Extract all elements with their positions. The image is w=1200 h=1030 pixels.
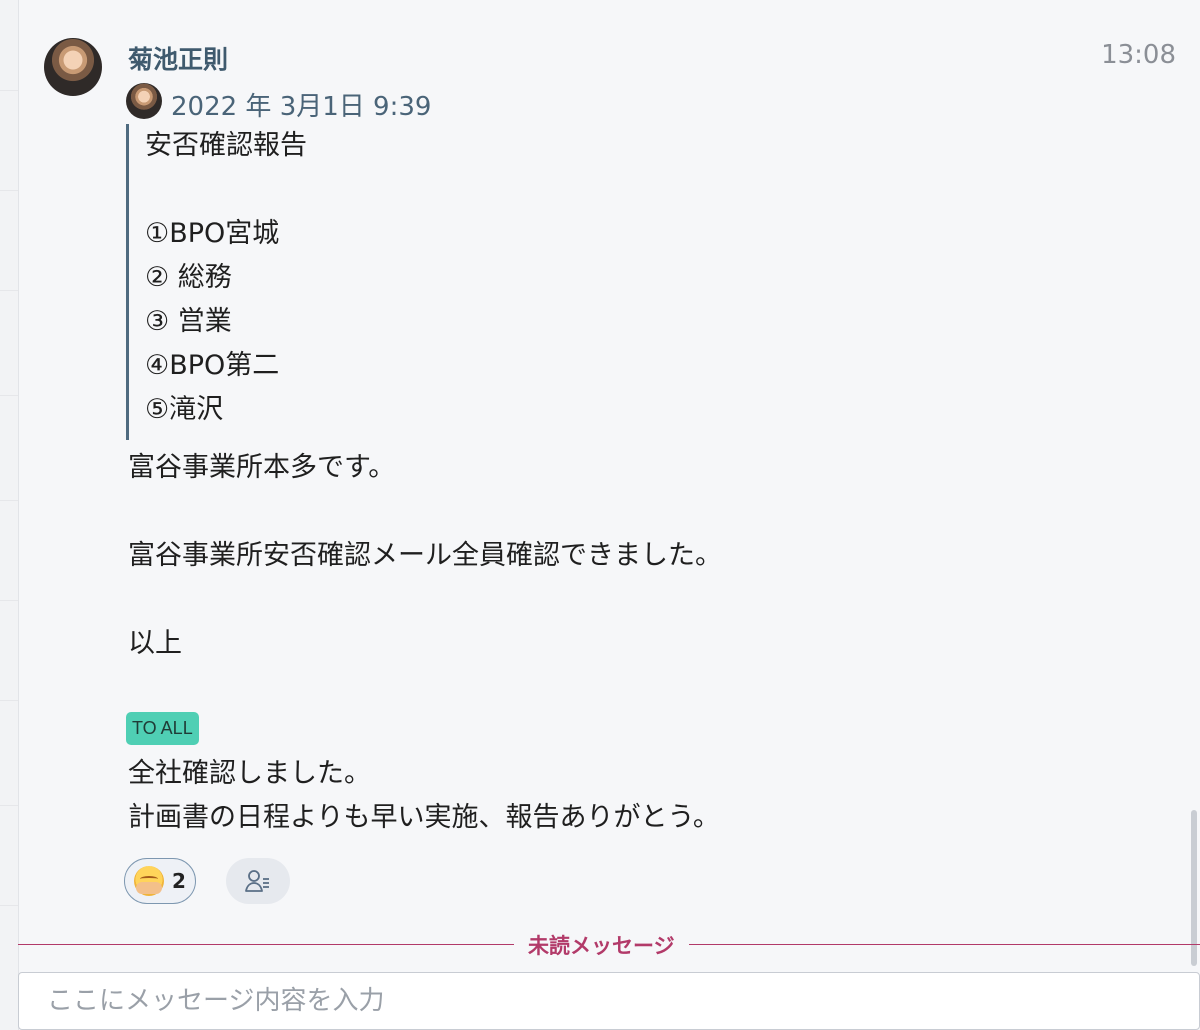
reply-line: 計画書の日程よりも早い実施、報告ありがとう。 (128, 802, 720, 833)
body-line (128, 578, 1128, 622)
message-body: 富谷事業所本多です。 富谷事業所安否確認メール全員確認できました。 以上 (128, 446, 1128, 710)
rail-divider (0, 500, 18, 501)
quote-line: 安否確認報告 (145, 130, 307, 161)
user-list-icon (245, 870, 269, 892)
rail-divider (0, 395, 18, 396)
quote-line: ③ 営業 (145, 306, 232, 337)
quote-date[interactable]: 2022 年 3月1日 9:39 (171, 86, 431, 123)
rail-divider (0, 700, 18, 701)
reply-line: 全社確認しました。 (128, 758, 371, 789)
body-line (128, 666, 1128, 710)
body-line (128, 490, 1128, 534)
sender-name[interactable]: 菊池正則 (128, 40, 228, 76)
quote-line: ⑤滝沢 (145, 394, 224, 425)
unread-label: 未読メッセージ (514, 930, 689, 960)
rail-divider (0, 805, 18, 806)
body-line: 富谷事業所安否確認メール全員確認できました。 (128, 540, 722, 571)
reply-body: 全社確認しました。 計画書の日程よりも早い実施、報告ありがとう。 (128, 752, 720, 840)
reaction-count: 2 (172, 869, 186, 893)
left-rail (0, 0, 19, 1030)
body-line: 以上 (128, 628, 182, 659)
quote-line: ② 総務 (145, 262, 232, 293)
quoted-avatar (126, 83, 162, 119)
scrollbar[interactable] (1191, 810, 1197, 966)
readers-button[interactable] (226, 858, 290, 904)
rail-divider (0, 290, 18, 291)
message-composer[interactable] (18, 972, 1200, 1030)
to-all-tag: TO ALL (126, 712, 199, 745)
sender-avatar[interactable] (44, 38, 102, 96)
quote-line (145, 168, 726, 212)
rail-divider (0, 90, 18, 91)
chat-message: 菊池正則 13:08 2022 年 3月1日 9:39 安否確認報告 ①BPO宮… (18, 0, 1200, 930)
quote-line: ④BPO第二 (145, 350, 280, 381)
quote-line: ①BPO宮城 (145, 218, 280, 249)
message-input[interactable] (19, 973, 1199, 1029)
rail-divider (0, 190, 18, 191)
body-line: 富谷事業所本多です。 (128, 452, 396, 483)
rail-divider (0, 905, 18, 906)
quoted-message: 安否確認報告 ①BPO宮城 ② 総務 ③ 営業 ④BPO第二 ⑤滝沢 (126, 124, 726, 440)
message-time: 13:08 (1101, 40, 1176, 70)
face-emoji-icon (134, 866, 165, 896)
reaction-button[interactable]: 2 (124, 858, 196, 904)
rail-divider (0, 600, 18, 601)
